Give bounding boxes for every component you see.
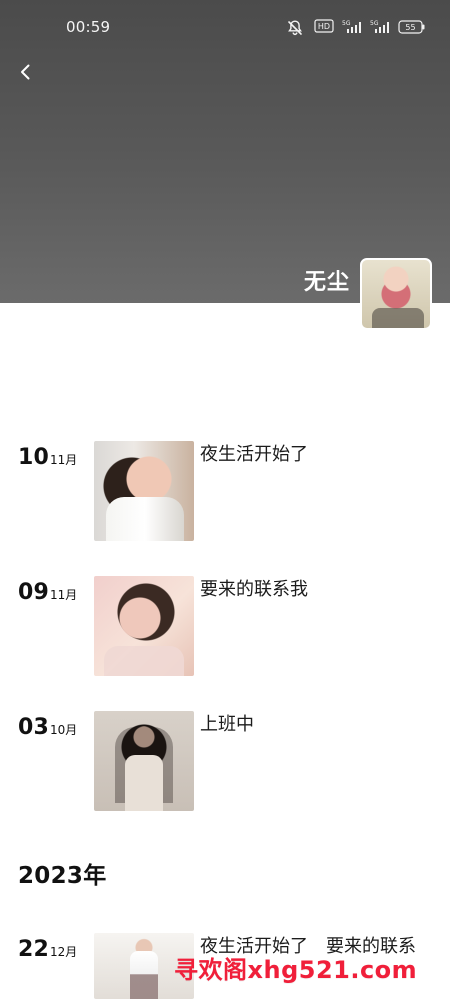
post-day: 10 xyxy=(18,445,50,470)
post-day: 03 xyxy=(18,715,50,740)
post-day: 09 xyxy=(18,580,50,605)
post-month: 12月 xyxy=(50,945,78,959)
post-month: 11月 xyxy=(50,453,78,467)
profile-cover: 00:59 HD 5G 5G 55 无尘 xyxy=(0,0,450,330)
post-text: 上班中 xyxy=(200,714,254,735)
post-date: 03 10月 xyxy=(18,715,77,740)
post-date: 10 11月 xyxy=(18,445,77,470)
profile-name: 无尘 xyxy=(303,270,350,295)
post-image[interactable] xyxy=(94,711,194,811)
site-watermark: 寻欢阁xhg521.com xyxy=(174,956,418,984)
moments-screen: 00:59 HD 5G 5G 55 无尘 10 11月 夜生活开始了 09 11… xyxy=(0,0,450,1000)
post-item[interactable]: 09 11月 要来的联系我 xyxy=(0,576,450,676)
year-label: 2023年 xyxy=(18,863,107,889)
status-time: 00:59 xyxy=(66,18,111,36)
svg-text:5G: 5G xyxy=(370,20,379,27)
status-icons: HD 5G 5G 55 xyxy=(286,18,425,38)
post-image[interactable] xyxy=(94,576,194,676)
svg-text:5G: 5G xyxy=(342,20,351,27)
battery-level: 55 xyxy=(405,23,415,32)
back-button[interactable] xyxy=(12,58,40,86)
post-image[interactable] xyxy=(94,441,194,541)
hd-icon: HD xyxy=(314,19,334,37)
post-day: 22 xyxy=(18,937,50,962)
back-arrow-icon xyxy=(21,64,30,80)
svg-text:HD: HD xyxy=(318,22,330,31)
post-month: 10月 xyxy=(50,723,78,737)
post-date: 22 12月 xyxy=(18,937,77,962)
battery-icon: 55 xyxy=(398,19,425,37)
moments-feed: 10 11月 夜生活开始了 09 11月 要来的联系我 03 10月 上班中 2… xyxy=(0,300,450,1000)
post-date: 09 11月 xyxy=(18,580,77,605)
signal-5g-icon: 5G xyxy=(370,19,389,37)
status-bar: 00:59 HD 5G 5G 55 xyxy=(0,0,450,56)
post-text: 要来的联系我 xyxy=(200,579,308,600)
signal-5g-icon: 5G xyxy=(342,19,361,37)
post-item[interactable]: 10 11月 夜生活开始了 xyxy=(0,441,450,541)
post-month: 11月 xyxy=(50,588,78,602)
post-item[interactable]: 03 10月 上班中 xyxy=(0,711,450,811)
mute-bell-icon xyxy=(286,19,304,37)
post-text: 夜生活开始了 xyxy=(200,444,308,465)
